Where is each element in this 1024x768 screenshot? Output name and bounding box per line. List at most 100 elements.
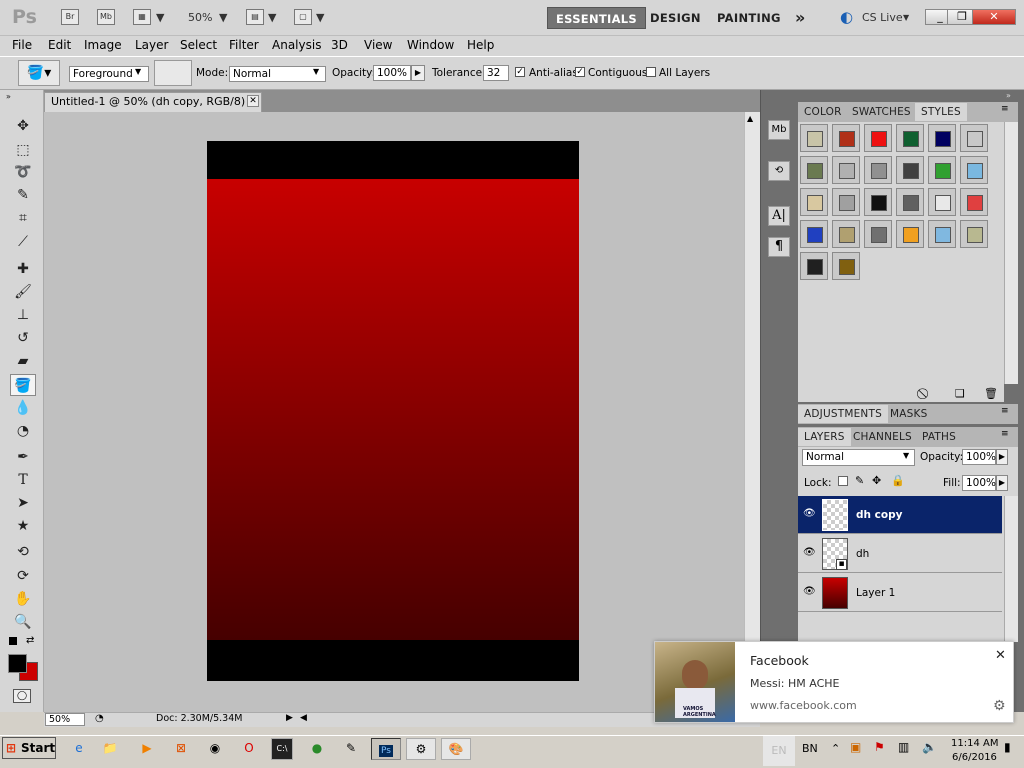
tab-color[interactable]: COLOR	[798, 103, 848, 121]
delete-style-icon[interactable]: 🗑	[984, 387, 998, 400]
view-extras-icon[interactable]: ▦	[133, 9, 151, 25]
close-notification-icon[interactable]: ✕	[995, 648, 1006, 663]
workspace-essentials-button[interactable]: ESSENTIALS	[547, 7, 647, 29]
style-swatch[interactable]	[960, 188, 988, 216]
anti-alias-checkbox[interactable]: ✓	[515, 67, 525, 77]
character-panel-icon[interactable]: A|	[768, 206, 790, 226]
language-indicator[interactable]: EN	[763, 736, 795, 766]
workspace-design-button[interactable]: DESIGN	[642, 7, 709, 29]
history-brush-tool-icon[interactable]: ↺	[10, 327, 36, 349]
vertical-scrollbar[interactable]: ▲	[744, 112, 760, 712]
contiguous-checkbox[interactable]: ✓	[575, 67, 585, 77]
menu-select[interactable]: Select	[180, 38, 217, 52]
layer-row-dh[interactable]: 👁 ▪ dh	[798, 535, 1002, 573]
zoom-level[interactable]: 50%	[188, 11, 212, 24]
tab-swatches[interactable]: SWATCHES	[846, 103, 917, 121]
style-swatch[interactable]	[800, 156, 828, 184]
network-icon[interactable]: ▥	[898, 740, 909, 754]
paragraph-panel-icon[interactable]: ¶	[768, 237, 790, 257]
lock-transparency-icon[interactable]	[838, 476, 848, 486]
gear-icon[interactable]: ⚙	[993, 698, 1006, 714]
status-menu-icon[interactable]: ◔	[95, 713, 104, 724]
workspace-painting-button[interactable]: PAINTING	[709, 7, 789, 29]
chevron-down-icon[interactable]: ▼	[903, 13, 909, 22]
zoom-tool-icon[interactable]: 🔍	[10, 611, 36, 633]
close-document-icon[interactable]: ✕	[247, 95, 259, 107]
foreground-color-swatch[interactable]	[8, 654, 27, 673]
quick-mask-icon[interactable]: ◯	[13, 689, 31, 703]
style-swatch[interactable]	[928, 188, 956, 216]
action-center-icon[interactable]: ⚑	[874, 740, 885, 754]
mini-bridge-panel-icon[interactable]: Mb	[768, 120, 790, 140]
pattern-picker[interactable]	[154, 60, 192, 86]
paint-bucket-tool-icon[interactable]: 🪣	[10, 374, 36, 396]
quick-selection-tool-icon[interactable]: ✎	[10, 184, 36, 206]
tab-layers[interactable]: LAYERS	[798, 428, 851, 446]
layer-name[interactable]: dh	[856, 548, 869, 560]
tray-app-icon[interactable]: ▣	[850, 740, 861, 754]
tab-adjustments[interactable]: ADJUSTMENTS	[798, 405, 888, 423]
menu-image[interactable]: Image	[84, 38, 122, 52]
style-swatch[interactable]	[832, 124, 860, 152]
close-button[interactable]: ✕	[972, 9, 1016, 25]
scroll-up-icon[interactable]: ▲	[747, 114, 753, 123]
collapse-panels-icon[interactable]: »	[1006, 91, 1011, 100]
menu-edit[interactable]: Edit	[48, 38, 71, 52]
lock-all-icon[interactable]: 🔒	[891, 474, 905, 487]
style-swatch[interactable]	[800, 252, 828, 280]
style-swatch[interactable]	[960, 156, 988, 184]
eye-icon[interactable]: 👁	[803, 547, 816, 558]
tab-channels[interactable]: CHANNELS	[847, 428, 918, 446]
styles-scrollbar[interactable]	[1004, 122, 1018, 384]
mode-select[interactable]: Normal	[229, 66, 326, 82]
fill-slider-button[interactable]: ▶	[996, 475, 1008, 491]
brush-tool-icon[interactable]: 🖌	[10, 281, 36, 303]
all-layers-checkbox[interactable]	[646, 67, 656, 77]
internet-explorer-icon[interactable]: e	[68, 738, 90, 760]
media-player-icon[interactable]: ▶	[136, 738, 158, 760]
menu-window[interactable]: Window	[407, 38, 454, 52]
eye-icon[interactable]: 👁	[803, 508, 816, 519]
blend-mode-select[interactable]: Normal	[802, 449, 915, 466]
language-bar[interactable]: BN	[802, 742, 818, 755]
tab-paths[interactable]: PATHS	[916, 428, 962, 446]
crop-tool-icon[interactable]: ⌗	[10, 207, 36, 229]
lock-pixels-icon[interactable]: ✎	[855, 474, 864, 487]
volume-icon[interactable]: 🔈	[922, 740, 937, 754]
style-swatch[interactable]	[896, 220, 924, 248]
tool-preset-picker[interactable]: 🪣▾	[18, 60, 60, 86]
marquee-tool-icon[interactable]: ⬚	[10, 139, 36, 161]
lock-position-icon[interactable]: ✥	[872, 474, 881, 487]
layer-row-dh-copy[interactable]: 👁 dh copy	[798, 496, 1002, 534]
taskbar-paint-button[interactable]: 🎨	[441, 738, 471, 760]
chevron-down-icon[interactable]: ▼	[219, 11, 227, 24]
chevron-down-icon[interactable]: ▼	[156, 11, 164, 24]
start-button[interactable]: ⊞ Start	[2, 737, 56, 759]
path-selection-tool-icon[interactable]: ➤	[10, 492, 36, 514]
panel-menu-icon[interactable]: ≡	[1001, 429, 1009, 439]
chevron-down-icon[interactable]: ▼	[268, 11, 276, 24]
notification-toast[interactable]: VAMOS ARGENTINA Facebook Messi: HM ACHE …	[654, 641, 1014, 723]
tab-masks[interactable]: MASKS	[884, 405, 933, 423]
blur-tool-icon[interactable]: 💧	[10, 397, 36, 419]
document-canvas[interactable]	[207, 141, 579, 681]
chevron-down-icon[interactable]: ▼	[316, 11, 324, 24]
layer-row-layer-1[interactable]: 👁 Layer 1	[798, 574, 1002, 612]
collapse-icon[interactable]: »	[6, 92, 11, 101]
pen-tool-icon[interactable]: ✒	[10, 446, 36, 468]
layer-opacity-input[interactable]: 100%	[962, 449, 996, 465]
healing-brush-tool-icon[interactable]: ✚	[10, 258, 36, 280]
style-swatch[interactable]	[832, 252, 860, 280]
style-swatch[interactable]	[832, 156, 860, 184]
clock-date[interactable]: 6/6/2016	[952, 752, 997, 763]
3d-rotate-tool-icon[interactable]: ⟲	[10, 541, 36, 563]
style-swatch[interactable]	[896, 124, 924, 152]
chrome-icon[interactable]: ◉	[204, 738, 226, 760]
opacity-slider-button[interactable]: ▶	[411, 65, 425, 81]
style-swatch[interactable]	[928, 156, 956, 184]
style-swatch[interactable]	[896, 188, 924, 216]
style-swatch[interactable]	[864, 220, 892, 248]
globe-app-icon[interactable]: ●	[306, 738, 328, 760]
screen-mode-icon[interactable]: ▢	[294, 9, 312, 25]
notepad-icon[interactable]: ✎	[340, 738, 362, 760]
